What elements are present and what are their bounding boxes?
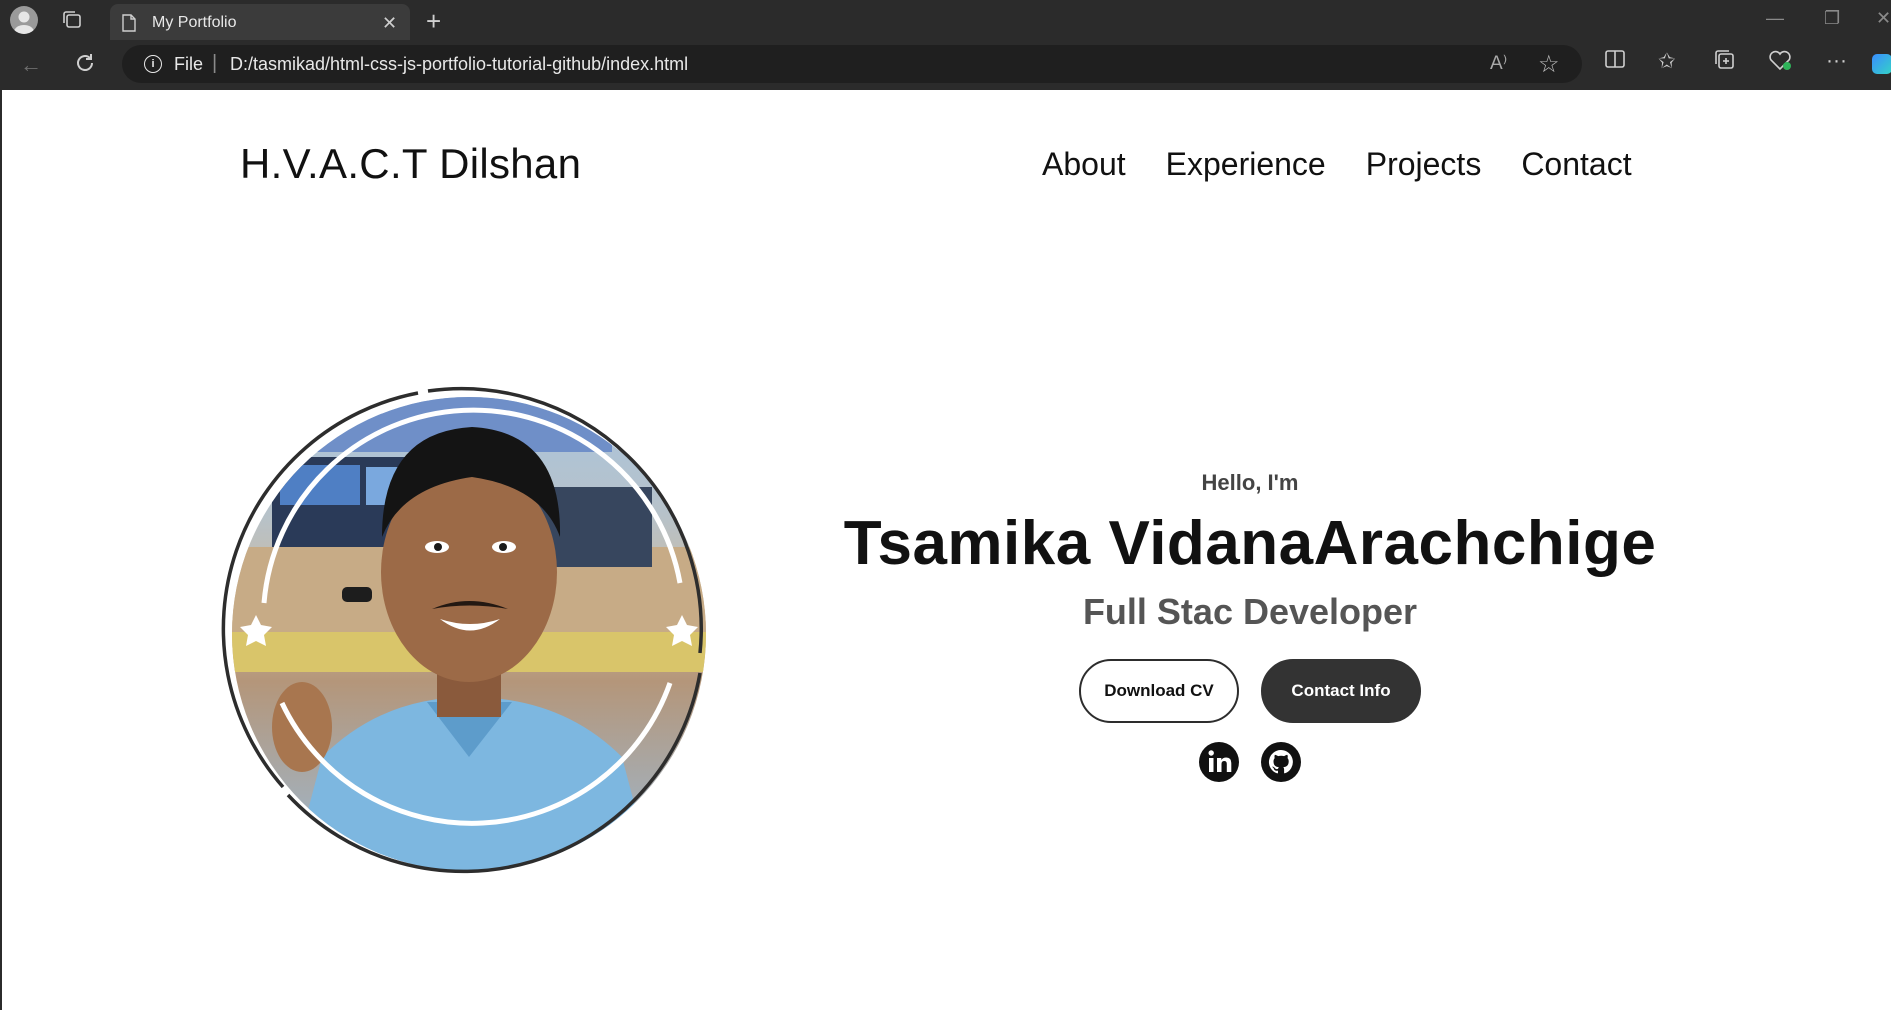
page-icon [122,14,136,37]
address-bar[interactable]: i File | D:/tasmikad/html-css-js-portfol… [122,45,1582,83]
nav-link-projects[interactable]: Projects [1366,146,1482,183]
window-edge [0,90,2,1010]
nav-link-about[interactable]: About [1042,146,1126,183]
profile-avatar-icon[interactable] [10,6,38,34]
contact-info-button[interactable]: Contact Info [1261,659,1421,723]
address-scheme-label: File [174,54,204,74]
nav-link-contact[interactable]: Contact [1521,146,1631,183]
hero-buttons: Download CV Contact Info [760,659,1740,723]
tab-my-portfolio[interactable]: My Portfolio ✕ [110,4,410,40]
hero-text: Hello, I'm Tsamika VidanaArachchige Full… [760,470,1740,783]
url-text[interactable]: D:/tasmikad/html-css-js-portfolio-tutori… [230,54,688,75]
nav-link-experience[interactable]: Experience [1166,146,1326,183]
collections-icon[interactable] [1714,49,1736,77]
download-cv-button[interactable]: Download CV [1079,659,1239,723]
tab-title: My Portfolio [152,14,237,31]
social-links [760,741,1740,783]
hero-name: Tsamika VidanaArachchige [843,509,1657,578]
site-info-icon[interactable]: i [144,55,162,73]
favorite-star-icon[interactable]: ☆ [1538,50,1560,79]
address-separator: | [212,52,218,74]
browser-toolbar: ← i File | D:/tasmikad/html-css-js-portf… [0,40,1891,90]
read-aloud-icon[interactable]: A⁾ [1490,52,1507,75]
copilot-icon[interactable] [1872,54,1891,74]
more-options-icon[interactable]: ··· [1826,49,1847,73]
restore-icon[interactable]: ❐ [1824,8,1840,29]
hero-greeting: Hello, I'm [1201,470,1299,495]
minimize-icon[interactable]: — [1766,8,1784,29]
site-logo[interactable]: H.V.A.C.T Dilshan [240,140,581,188]
main-nav: About Experience Projects Contact [1042,146,1632,183]
decorative-ring-icon [221,386,703,874]
refresh-icon[interactable] [74,52,96,80]
back-icon[interactable]: ← [20,52,42,78]
browser-titlebar: My Portfolio ✕ + — ❐ ✕ [0,0,1891,40]
workspaces-icon[interactable] [62,10,84,35]
new-tab-icon[interactable]: + [426,6,441,37]
profile-picture [220,383,722,885]
split-screen-icon[interactable] [1604,49,1626,75]
close-tab-icon[interactable]: ✕ [382,13,397,34]
hero-role: Full Stac Developer [1082,591,1418,632]
github-icon[interactable] [1260,741,1302,783]
linkedin-icon[interactable] [1198,741,1240,783]
favorites-icon[interactable]: ✩ [1658,49,1676,74]
browser-essentials-icon[interactable] [1768,49,1792,77]
close-window-icon[interactable]: ✕ [1876,8,1891,29]
